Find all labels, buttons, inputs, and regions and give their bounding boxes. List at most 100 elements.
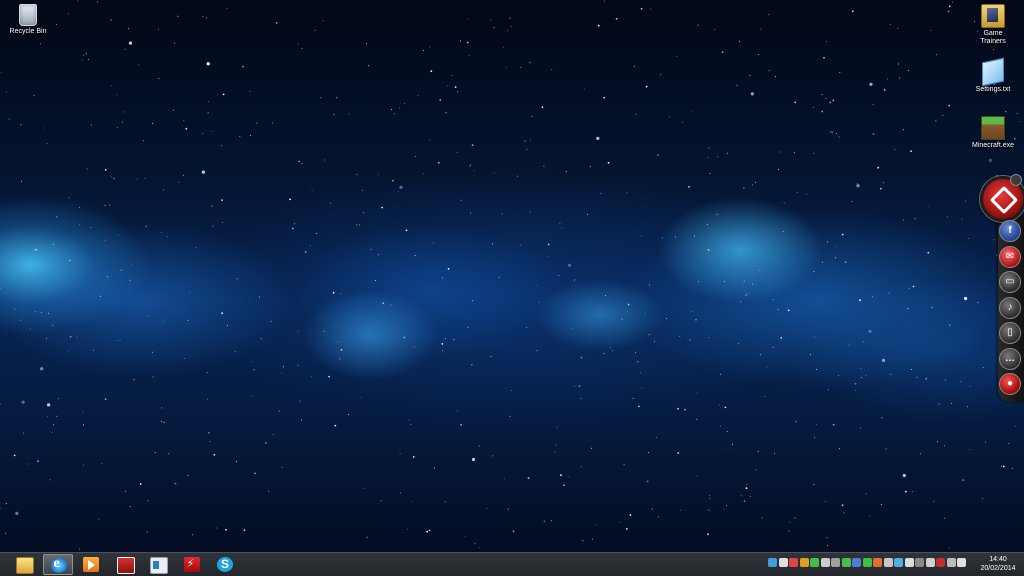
tray-icon[interactable] <box>799 558 809 567</box>
tray-icon[interactable] <box>778 558 788 567</box>
star <box>661 237 663 239</box>
star <box>719 373 721 375</box>
star <box>740 495 742 497</box>
star <box>370 248 372 250</box>
star <box>147 315 149 317</box>
star <box>946 216 948 218</box>
desktop-icon-game-trainers[interactable]: Game Trainers <box>965 4 1021 46</box>
taskbar-button-flash-app[interactable] <box>177 554 207 575</box>
taskbar-button-media-player[interactable] <box>76 554 106 575</box>
star <box>904 490 907 493</box>
star <box>47 403 51 407</box>
star <box>517 175 518 177</box>
taskbar-button-internet-explorer[interactable] <box>42 554 73 575</box>
star <box>161 421 163 422</box>
star <box>919 453 921 455</box>
star <box>806 193 808 195</box>
star <box>902 473 906 478</box>
star <box>1011 468 1013 469</box>
desktop-icon-minecraft[interactable]: Minecraft.exe <box>965 116 1021 150</box>
desktop-icon-recycle-bin[interactable]: Recycle Bin <box>0 4 56 36</box>
tray-icon[interactable] <box>883 558 893 567</box>
star <box>152 376 154 378</box>
tray-icon[interactable] <box>915 558 924 567</box>
star <box>68 350 69 352</box>
star <box>543 165 545 167</box>
star <box>793 152 795 154</box>
taskbar-button-file-explorer[interactable] <box>9 554 39 575</box>
star <box>5 91 7 93</box>
dock-settings-knob[interactable] <box>1010 174 1022 186</box>
star <box>202 133 204 135</box>
star <box>531 115 533 117</box>
star <box>124 48 126 50</box>
star <box>823 56 825 59</box>
star <box>68 259 71 262</box>
star <box>774 76 776 78</box>
star <box>937 441 938 443</box>
star <box>69 335 72 338</box>
star <box>889 24 891 25</box>
taskbar-clock[interactable]: 14:40 20/02/2014 <box>978 555 1018 573</box>
star <box>676 55 678 57</box>
dock-button-mail[interactable]: ✉ <box>999 245 1021 268</box>
dock-button-document[interactable]: ▯ <box>999 322 1021 344</box>
dock-button-stop[interactable]: ● <box>999 373 1021 395</box>
dock-button-music[interactable]: ♪ <box>999 296 1021 319</box>
star <box>821 110 824 113</box>
taskbar-button-red-app[interactable] <box>110 554 140 575</box>
tray-icon[interactable] <box>873 558 882 567</box>
star <box>486 507 488 509</box>
star <box>260 338 262 340</box>
tray-icon[interactable] <box>925 558 935 567</box>
star <box>856 182 858 184</box>
star <box>603 0 605 2</box>
star <box>145 225 147 227</box>
star <box>166 236 168 238</box>
star <box>751 283 753 285</box>
tray-icon[interactable] <box>852 558 861 567</box>
tray-icon[interactable] <box>894 558 903 567</box>
star <box>707 157 709 158</box>
tray-icon[interactable] <box>820 558 830 567</box>
taskbar-button-window-app[interactable] <box>143 554 173 575</box>
star <box>935 120 937 122</box>
star <box>161 407 163 409</box>
tray-icon[interactable] <box>946 558 956 567</box>
star <box>226 8 228 10</box>
tray-icon[interactable] <box>810 558 819 567</box>
taskbar-button-skype[interactable] <box>210 554 240 575</box>
star <box>760 28 762 30</box>
dock-button-chat[interactable]: … <box>999 347 1021 370</box>
tray-icon[interactable] <box>904 558 914 567</box>
dock-button-facebook[interactable]: f <box>999 220 1021 242</box>
clock-date: 20/02/2014 <box>980 565 1016 572</box>
desktop-background[interactable]: Recycle Bin Game Trainers Settings.txt M… <box>0 0 1024 552</box>
star <box>139 483 142 485</box>
tray-icon[interactable] <box>841 558 851 567</box>
tray-icon[interactable] <box>768 558 777 567</box>
star <box>293 223 295 225</box>
star <box>826 545 828 546</box>
star <box>541 106 544 108</box>
star <box>944 445 945 447</box>
star <box>444 338 446 340</box>
dock-button-video[interactable]: ▭ <box>999 271 1021 293</box>
tray-icon[interactable] <box>936 558 945 567</box>
tray-icon[interactable] <box>862 558 872 567</box>
tray-icon[interactable] <box>957 558 966 567</box>
star <box>442 350 443 352</box>
star <box>529 139 531 141</box>
star <box>794 101 797 104</box>
star <box>412 456 415 458</box>
star <box>90 226 92 228</box>
star <box>209 441 211 442</box>
tray-icon[interactable] <box>831 558 840 567</box>
desktop-icon-settings-txt[interactable]: Settings.txt <box>965 57 1021 94</box>
star <box>841 504 844 507</box>
star <box>90 124 92 126</box>
chat-icon: … <box>1005 352 1015 364</box>
star <box>829 101 832 104</box>
tray-icon[interactable] <box>789 558 798 567</box>
star <box>281 372 283 374</box>
